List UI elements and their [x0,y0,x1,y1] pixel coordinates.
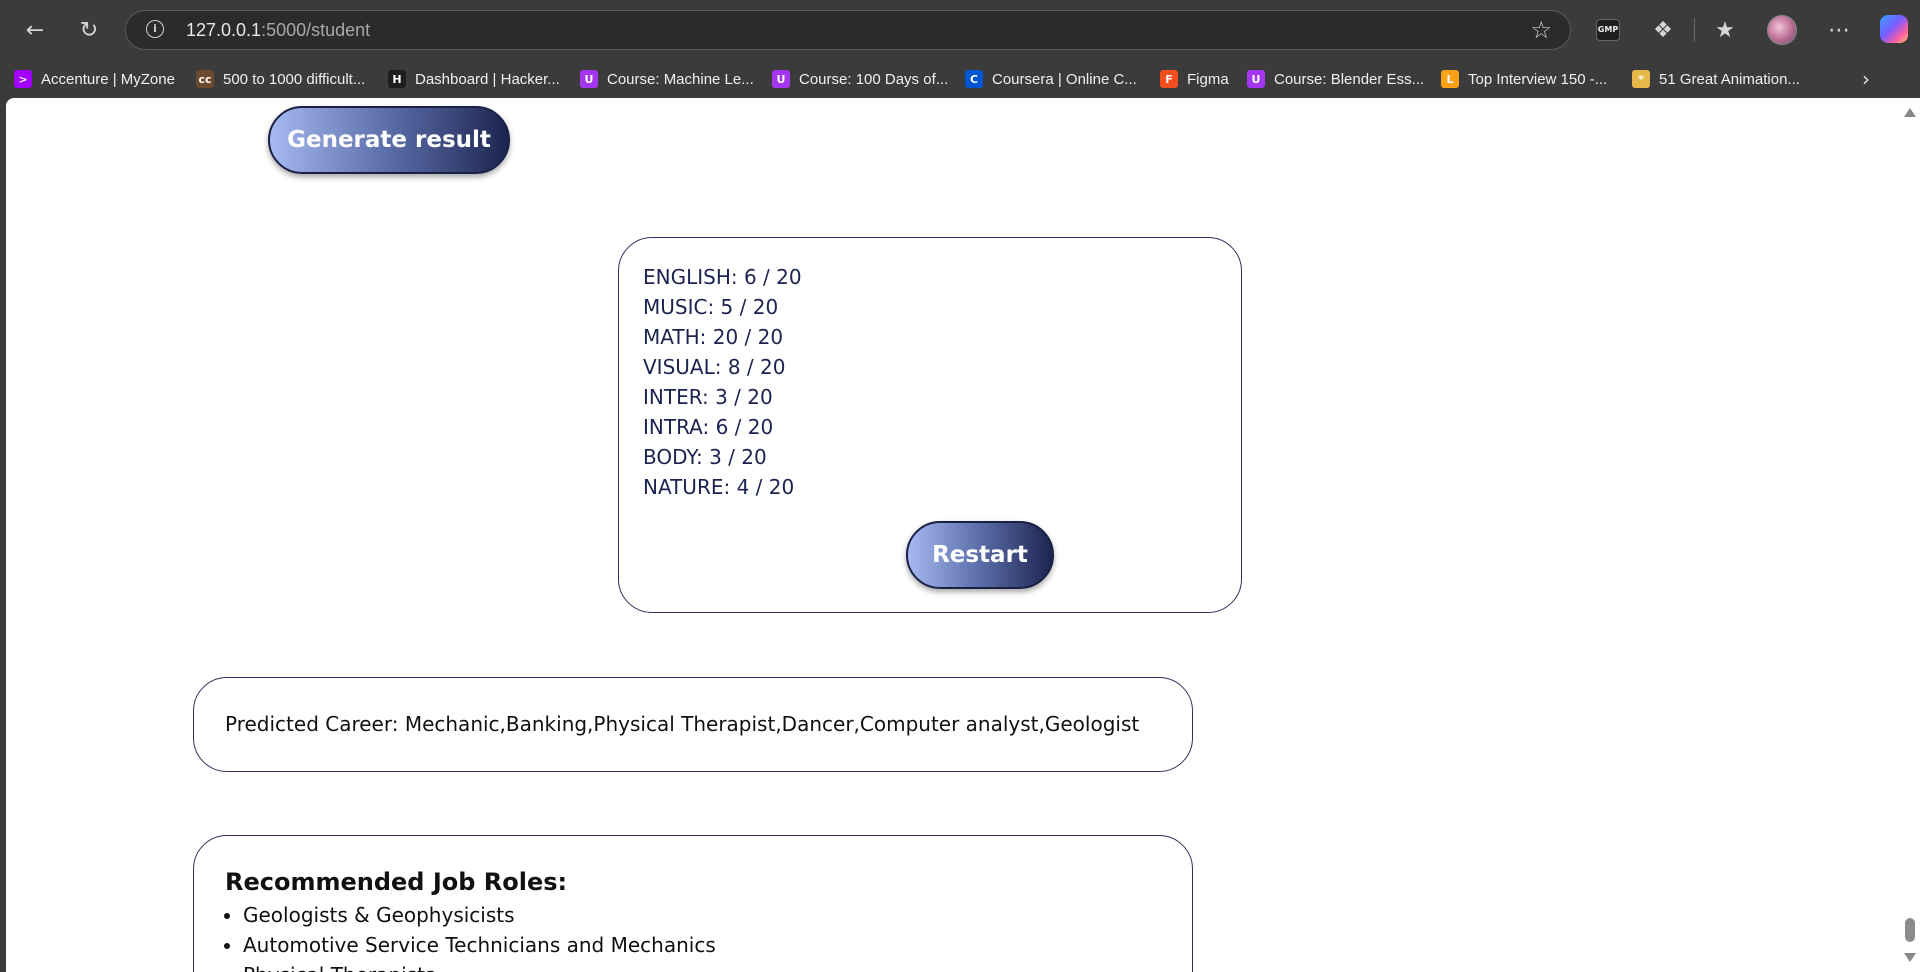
figma-icon: F [1160,70,1178,88]
page-viewport: Generate result ENGLISH: 6 / 20 MUSIC: 5 … [6,98,1920,972]
recommended-jobs-card: Recommended Job Roles: Geologists & Geop… [193,835,1193,972]
coursera-icon: C [965,70,983,88]
browser-toolbar: ← ↻ i 127.0.0.1:5000/student ☆ GMP ❖ ★ ⋯ [0,0,1920,60]
bookmark-label: 500 to 1000 difficult... [223,70,366,88]
score-item: VISUAL: 8 / 20 [643,355,786,379]
favorite-star-icon[interactable]: ☆ [1530,16,1552,44]
bookmark-label: Dashboard | Hacker... [415,70,560,88]
bookmarks-bar: > Accenture | MyZone cc 500 to 1000 difficu… [0,60,1920,98]
score-item: MATH: 20 / 20 [643,325,784,349]
scroll-down-arrow-icon[interactable] [1904,953,1916,962]
score-item: MUSIC: 5 / 20 [643,295,779,319]
reload-icon[interactable]: ↻ [69,10,109,50]
bookmark-item[interactable]: L Top Interview 150 -... [1441,60,1607,98]
bookmarks-overflow-chevron-icon[interactable]: › [1862,60,1870,98]
bookmark-label: Course: Machine Le... [607,70,754,88]
address-bar[interactable]: i 127.0.0.1:5000/student ☆ [125,10,1571,50]
bookmark-label: Accenture | MyZone [41,70,175,88]
bookmark-item[interactable]: * 51 Great Animation... [1632,60,1800,98]
generate-result-button[interactable]: Generate result [268,106,510,174]
bookmark-label: Figma [1187,70,1229,88]
back-arrow-icon[interactable]: ← [15,10,55,50]
jobs-list: Geologists & GeophysicistsAutomotive Ser… [225,900,716,972]
predicted-career-card: Predicted Career: Mechanic,Banking,Physi… [193,677,1193,772]
bookmark-item[interactable]: U Course: 100 Days of... [772,60,948,98]
job-role-item: Automotive Service Technicians and Mecha… [243,930,716,960]
score-item: INTRA: 6 / 20 [643,415,774,439]
restart-button[interactable]: Restart [906,521,1054,589]
more-menu-icon[interactable]: ⋯ [1819,10,1859,50]
bookmark-item[interactable]: U Course: Blender Ess... [1247,60,1424,98]
score-item: NATURE: 4 / 20 [643,475,795,499]
udemy-icon: U [580,70,598,88]
extensions-puzzle-icon[interactable]: ❖ [1643,10,1683,50]
url-path: :5000/student [261,20,371,40]
bookmark-item[interactable]: cc 500 to 1000 difficult... [196,60,365,98]
gmp-extension-icon[interactable]: GMP [1596,19,1620,41]
bookmark-label: Coursera | Online C... [992,70,1137,88]
bookmark-item[interactable]: C Coursera | Online C... [965,60,1137,98]
codechef-icon: cc [196,70,214,88]
scrollbar-thumb[interactable] [1905,918,1915,942]
bookmark-item[interactable]: U Course: Machine Le... [580,60,754,98]
bookmark-label: 51 Great Animation... [1659,70,1800,88]
island-icon: * [1632,70,1650,88]
scores-card: ENGLISH: 6 / 20 MUSIC: 5 / 20 MATH: 20 / 2… [618,237,1242,613]
profile-avatar[interactable] [1767,15,1797,45]
predicted-career-text: Predicted Career: Mechanic,Banking,Physi… [225,712,1140,736]
udemy-icon: U [772,70,790,88]
page-scrollbar[interactable] [1900,98,1920,972]
bookmark-item[interactable]: H Dashboard | Hacker... [388,60,560,98]
hackerrank-icon: H [388,70,406,88]
leetcode-icon: L [1441,70,1459,88]
score-item: ENGLISH: 6 / 20 [643,265,802,289]
scores-list: ENGLISH: 6 / 20 MUSIC: 5 / 20 MATH: 20 / 2… [643,262,802,502]
bookmark-label: Course: Blender Ess... [1274,70,1425,88]
accenture-icon: > [14,70,32,88]
job-role-item: Geologists & Geophysicists [243,900,716,930]
bookmark-label: Course: 100 Days of... [799,70,949,88]
score-item: INTER: 3 / 20 [643,385,773,409]
copilot-icon[interactable] [1880,15,1908,43]
bookmark-item[interactable]: > Accenture | MyZone [14,60,175,98]
toolbar-divider [1694,18,1695,42]
site-info-icon[interactable]: i [146,20,164,38]
jobs-title: Recommended Job Roles: [225,868,568,896]
url-text[interactable]: 127.0.0.1:5000/student [186,20,370,41]
udemy-icon: U [1247,70,1265,88]
favorites-icon[interactable]: ★ [1705,10,1745,50]
scroll-up-arrow-icon[interactable] [1904,108,1916,117]
bookmark-item[interactable]: F Figma [1160,60,1229,98]
url-host: 127.0.0.1 [186,20,262,40]
bookmark-label: Top Interview 150 -... [1468,70,1608,88]
score-item: BODY: 3 / 20 [643,445,767,469]
job-role-item: Physical Therapists [243,960,716,972]
